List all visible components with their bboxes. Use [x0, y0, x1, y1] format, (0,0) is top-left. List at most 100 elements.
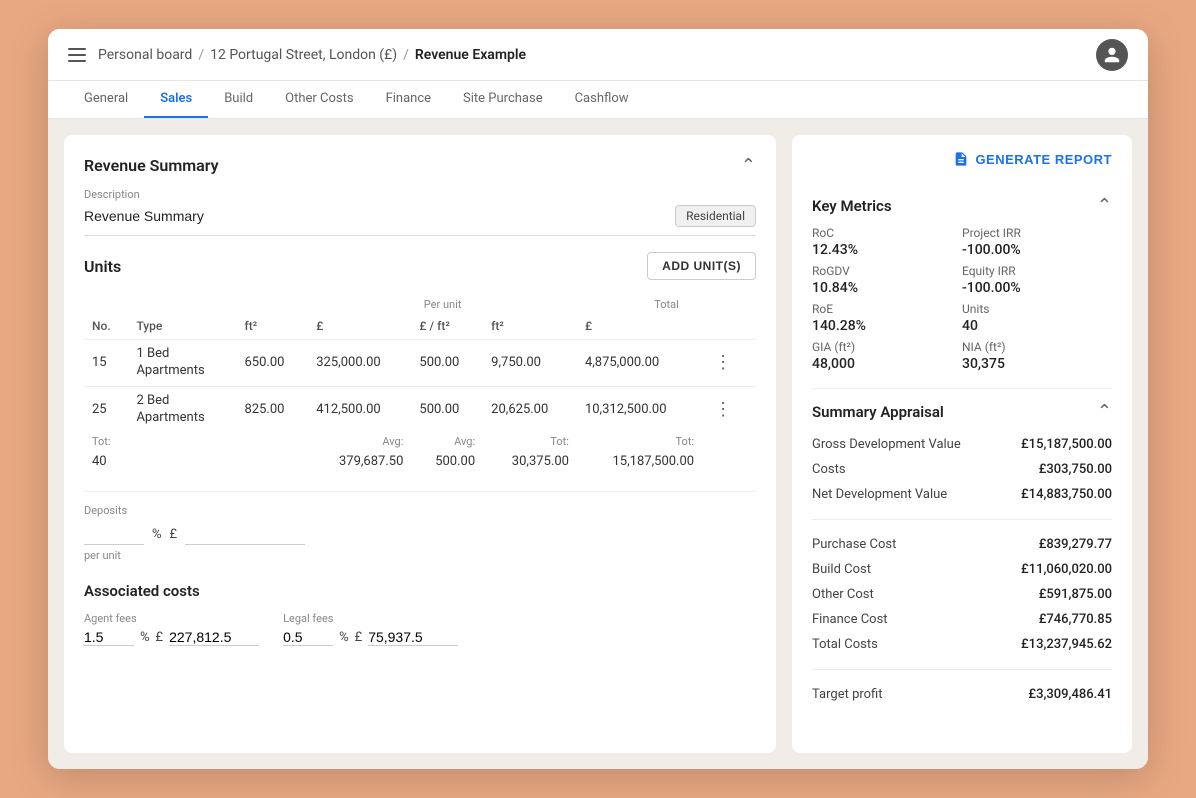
summary-row-gdv: Gross Development Value £15,187,500.00 — [812, 432, 1112, 457]
metric-roc: RoC 12.43% — [812, 226, 962, 258]
breadcrumb-project[interactable]: 12 Portugal Street, London (£) — [210, 47, 397, 63]
deposits-pct-input[interactable] — [84, 525, 144, 545]
th-ft2: ft² — [236, 313, 308, 340]
summary-costs-label: Costs — [812, 462, 846, 477]
revenue-summary-header: Revenue Summary ⌃ — [84, 155, 756, 176]
metric-nia: NIA (ft²) 30,375 — [962, 340, 1112, 372]
summary-build-value: £11,060,020.00 — [1021, 562, 1112, 577]
deposits-val-input[interactable] — [185, 525, 305, 545]
row-menu-button-1[interactable]: ⋮ — [710, 352, 736, 373]
cell-ft2-2: 825.00 — [236, 386, 308, 432]
col-group-total: Total — [577, 292, 756, 313]
menu-icon[interactable] — [68, 48, 86, 62]
cell-no-2: 25 — [84, 386, 128, 432]
metric-rogdv-label: RoGDV — [812, 264, 962, 278]
col-group-empty — [84, 292, 308, 313]
metric-project-irr: Project IRR -100.00% — [962, 226, 1112, 258]
metric-units-value: 40 — [962, 318, 1112, 334]
tab-sales[interactable]: Sales — [144, 81, 208, 118]
tab-site-purchase[interactable]: Site Purchase — [447, 81, 559, 118]
main-content: Revenue Summary ⌃ Description Residentia… — [48, 119, 1148, 769]
tab-build[interactable]: Build — [208, 81, 269, 118]
key-metrics-header: Key Metrics ⌃ — [812, 195, 1112, 216]
metric-roe-label: RoE — [812, 302, 962, 316]
legal-fees-value-input[interactable] — [368, 629, 458, 646]
summary-gdv-label: Gross Development Value — [812, 437, 961, 452]
summary-row-ndv: Net Development Value £14,883,750.00 — [812, 482, 1112, 507]
cell-total-gbp-1: 4,875,000.00 — [577, 340, 702, 387]
th-gbp-ft2: £ / ft² — [411, 313, 483, 340]
cell-ft2-1: 650.00 — [236, 340, 308, 387]
breadcrumb-sep1: / — [198, 47, 204, 63]
divider-2 — [812, 519, 1112, 520]
cell-actions-2: ⋮ — [702, 386, 756, 432]
footer-avg-label-ft2: Avg: — [411, 433, 483, 448]
tab-other-costs[interactable]: Other Costs — [269, 81, 369, 118]
legal-fees-label: Legal fees — [283, 612, 458, 625]
summary-row-target-profit: Target profit £3,309,486.41 — [812, 682, 1112, 707]
agent-fees-gbp-symbol: £ — [156, 630, 164, 645]
summary-purchase-label: Purchase Cost — [812, 537, 896, 552]
metric-nia-label: NIA (ft²) — [962, 340, 1112, 354]
assoc-costs-title: Associated costs — [84, 582, 756, 600]
summary-other-value: £591,875.00 — [1039, 587, 1112, 602]
cell-no-1: 15 — [84, 340, 128, 387]
add-unit-button[interactable]: ADD UNIT(S) — [647, 252, 756, 280]
cell-gbp-1: 325,000.00 — [308, 340, 411, 387]
agent-fees-field: Agent fees % £ — [84, 612, 259, 646]
key-metrics-grid: RoC 12.43% Project IRR -100.00% RoGDV 10… — [812, 226, 1112, 372]
row-menu-button-2[interactable]: ⋮ — [710, 399, 736, 420]
tabs-bar: General Sales Build Other Costs Finance … — [48, 81, 1148, 119]
avatar[interactable] — [1096, 39, 1128, 71]
report-icon — [953, 151, 969, 167]
metric-roe-value: 140.28% — [812, 318, 962, 334]
agent-fees-value-input[interactable] — [169, 629, 259, 646]
summary-build-label: Build Cost — [812, 562, 871, 577]
th-gbp: £ — [308, 313, 411, 340]
metric-project-irr-value: -100.00% — [962, 242, 1112, 258]
metric-rogdv: RoGDV 10.84% — [812, 264, 962, 296]
summary-target-profit-label: Target profit — [812, 687, 883, 702]
summary-row-build: Build Cost £11,060,020.00 — [812, 557, 1112, 582]
metric-gia-label: GIA (ft²) — [812, 340, 962, 354]
summary-total-costs-label: Total Costs — [812, 637, 878, 652]
summary-purchase-value: £839,279.77 — [1039, 537, 1112, 552]
table-row: 25 2 BedApartments 825.00 412,500.00 500… — [84, 386, 756, 432]
footer-label-row: Tot: Avg: Avg: Tot: Tot: — [84, 433, 756, 448]
footer-tot-no: 40 — [84, 448, 128, 475]
description-input[interactable] — [84, 208, 663, 224]
breadcrumb-board[interactable]: Personal board — [98, 47, 192, 63]
footer-value-row: 40 379,687.50 500.00 30,375.00 15,187,50… — [84, 448, 756, 475]
metric-equity-irr: Equity IRR -100.00% — [962, 264, 1112, 296]
metric-nia-value: 30,375 — [962, 356, 1112, 372]
summary-appraisal-section: Summary Appraisal ⌃ Gross Development Va… — [812, 401, 1112, 707]
description-label: Description — [84, 188, 756, 201]
collapse-icon[interactable]: ⌃ — [741, 155, 756, 176]
cell-gbp-ft2-2: 500.00 — [411, 386, 483, 432]
legal-fees-pct-symbol: % — [339, 630, 349, 645]
tab-general[interactable]: General — [68, 81, 144, 118]
legal-fees-pct-input[interactable] — [283, 629, 333, 646]
summary-ndv-value: £14,883,750.00 — [1021, 487, 1112, 502]
agent-fees-pct-input[interactable] — [84, 629, 134, 646]
cell-total-gbp-2: 10,312,500.00 — [577, 386, 702, 432]
tab-cashflow[interactable]: Cashflow — [559, 81, 645, 118]
th-actions — [702, 313, 756, 340]
cell-gbp-2: 412,500.00 — [308, 386, 411, 432]
divider — [812, 388, 1112, 389]
metric-equity-irr-label: Equity IRR — [962, 264, 1112, 278]
summary-collapse-icon[interactable]: ⌃ — [1097, 401, 1112, 422]
footer-avg-label-gbp: Avg: — [308, 433, 411, 448]
metric-rogdv-value: 10.84% — [812, 280, 962, 296]
cell-total-ft2-2: 20,625.00 — [483, 386, 577, 432]
summary-gdv-value: £15,187,500.00 — [1021, 437, 1112, 452]
deposits-pct-symbol: % — [152, 527, 162, 542]
tab-finance[interactable]: Finance — [370, 81, 447, 118]
footer-tot-total: 15,187,500.00 — [577, 448, 702, 475]
units-table: Per unit Total No. Type ft² £ £ / ft² ft… — [84, 292, 756, 475]
key-metrics-collapse-icon[interactable]: ⌃ — [1097, 195, 1112, 216]
generate-report-button[interactable]: GENERATE REPORT — [953, 151, 1112, 167]
cell-actions-1: ⋮ — [702, 340, 756, 387]
residential-badge: Residential — [675, 205, 756, 227]
metric-gia: GIA (ft²) 48,000 — [812, 340, 962, 372]
